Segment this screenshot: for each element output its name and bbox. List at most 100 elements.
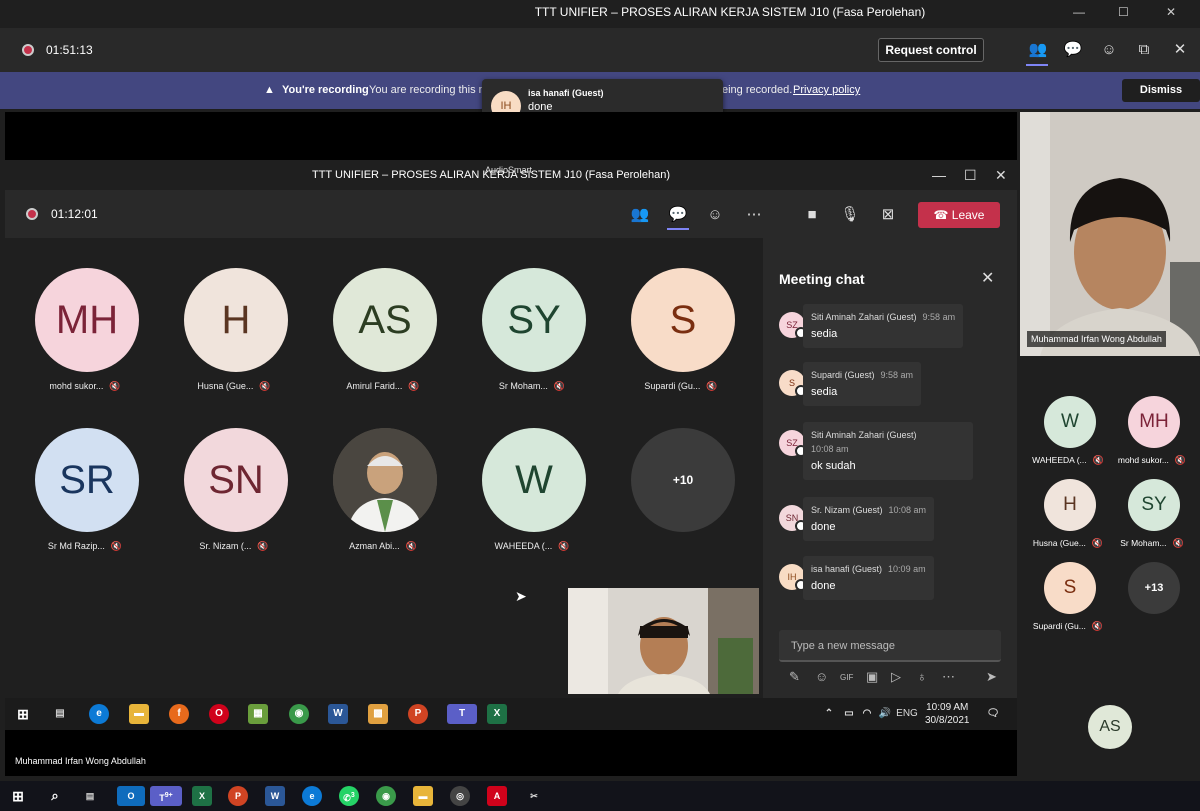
minimize-icon[interactable]: — xyxy=(932,160,946,190)
participant-tile[interactable]: MH mohd sukor... 🔇 xyxy=(10,268,160,398)
excel-icon[interactable]: X xyxy=(487,704,507,724)
participant-tile[interactable]: MH mohd sukor... 🔇 xyxy=(1110,396,1194,476)
file-explorer-icon[interactable]: ▬ xyxy=(129,704,149,724)
task-view-icon[interactable]: ▤ xyxy=(80,786,100,806)
word-icon[interactable]: W xyxy=(265,786,285,806)
windows-start-icon[interactable]: ⊞ xyxy=(13,704,33,724)
camera-icon[interactable]: ■ xyxy=(802,205,822,225)
overflow-participants-tile[interactable]: +10 xyxy=(606,428,756,558)
message-compose-input[interactable]: Type a new message xyxy=(779,630,1001,662)
sticker-icon[interactable]: ▣ xyxy=(866,669,878,685)
powerpoint-icon[interactable]: P xyxy=(228,786,248,806)
maximize-icon[interactable]: ☐ xyxy=(964,160,977,190)
participant-tile[interactable]: SR Sr Md Razip... 🔇 xyxy=(10,428,160,558)
teams-icon[interactable]: T xyxy=(447,704,477,724)
search-icon[interactable]: ⌕ xyxy=(45,786,65,806)
praise-icon[interactable]: ♁ xyxy=(917,669,927,684)
word-icon[interactable]: W xyxy=(328,704,348,724)
send-icon[interactable]: ➤ xyxy=(986,669,997,685)
message-time: 9:58 am xyxy=(880,370,914,380)
meet-now-icon[interactable]: ▷ xyxy=(891,669,901,685)
edge-icon[interactable]: e xyxy=(302,786,322,806)
message-text: done xyxy=(811,580,836,592)
close-icon[interactable]: ✕ xyxy=(1166,0,1176,24)
taskbar-clock[interactable]: 10:09 AM 30/8/2021 xyxy=(925,701,970,727)
close-panel-icon[interactable]: ✕ xyxy=(1170,40,1190,60)
shared-taskbar: ⊞ ▤ e ▬ f O ▦ ◉ W ▩ P T X ⌃ ▭ ◠ 🔊 ENG 10… xyxy=(5,698,1017,730)
chevron-up-icon[interactable]: ⌃ xyxy=(819,704,839,724)
mic-off-icon: 🔇 xyxy=(706,381,718,391)
avatar[interactable]: AS xyxy=(1088,705,1132,749)
close-chat-icon[interactable]: ✕ xyxy=(981,268,994,288)
close-icon[interactable]: ✕ xyxy=(995,160,1007,190)
participant-name: Supardi (Gu... xyxy=(1032,621,1086,631)
chrome-icon[interactable]: ◉ xyxy=(289,704,309,724)
windows-start-icon[interactable]: ⊞ xyxy=(8,786,28,806)
edge-icon[interactable]: e xyxy=(89,704,109,724)
participants-icon[interactable]: 👥 xyxy=(1028,40,1048,60)
participant-tile[interactable]: S Supardi (Gu... 🔇 xyxy=(606,268,756,398)
gif-icon[interactable]: GIF xyxy=(840,673,853,682)
more-options-icon[interactable]: ⋯ xyxy=(942,669,955,685)
participant-name: Sr. Nizam (... xyxy=(199,541,252,551)
wifi-icon[interactable]: ◠ xyxy=(857,704,877,724)
request-control-button[interactable]: Request control xyxy=(878,38,984,62)
notifications-icon[interactable]: 🗨 xyxy=(983,704,1003,724)
dismiss-button[interactable]: Dismiss xyxy=(1122,79,1200,102)
opera-icon[interactable]: O xyxy=(209,704,229,724)
sender-name: Siti Aminah Zahari (Guest) xyxy=(811,430,917,440)
participant-tile[interactable]: H Husna (Gue... 🔇 xyxy=(159,268,309,398)
participant-name: mohd sukor... xyxy=(1117,455,1169,465)
share-icon[interactable]: ⧉ xyxy=(1134,40,1154,60)
maximize-icon[interactable]: ☐ xyxy=(1118,0,1129,24)
overflow-participants-tile[interactable]: +13 xyxy=(1110,562,1194,642)
format-icon[interactable]: ✎ xyxy=(789,669,800,685)
leave-button[interactable]: ☎ Leave xyxy=(918,202,1000,228)
participant-tile[interactable]: W WAHEEDA (... 🔇 xyxy=(457,428,607,558)
participant-tile[interactable]: SN Sr. Nizam (... 🔇 xyxy=(159,428,309,558)
sender-name: Supardi (Guest) xyxy=(811,370,875,380)
reactions-icon[interactable]: ☺ xyxy=(705,205,725,225)
participant-tile[interactable]: W WAHEEDA (... 🔇 xyxy=(1026,396,1110,476)
task-view-icon[interactable]: ▤ xyxy=(50,704,70,724)
avatar: MH xyxy=(1128,396,1180,448)
participant-name: WAHEEDA (... xyxy=(494,541,553,551)
avatar: SR xyxy=(35,428,139,532)
microphone-icon[interactable]: 🎙 xyxy=(840,205,860,225)
chrome-icon[interactable]: ◉ xyxy=(376,786,396,806)
participant-tile[interactable]: S Supardi (Gu... 🔇 xyxy=(1026,562,1110,642)
powerpoint-icon[interactable]: P xyxy=(408,704,428,724)
file-explorer-icon[interactable]: ▬ xyxy=(413,786,433,806)
outlook-icon[interactable]: O xyxy=(117,786,145,806)
emoji-icon[interactable]: ☺ xyxy=(815,669,828,684)
more-options-icon[interactable]: ⋯ xyxy=(744,205,764,225)
reactions-icon[interactable]: ☺ xyxy=(1099,40,1119,60)
participant-tile[interactable]: SY Sr Moham... 🔇 xyxy=(1110,479,1194,559)
participants-icon[interactable]: 👥 xyxy=(630,205,650,225)
snipping-tool-icon[interactable]: ✂ xyxy=(524,786,544,806)
minimize-icon[interactable]: — xyxy=(1073,0,1085,24)
photos-icon[interactable]: ▦ xyxy=(248,704,268,724)
privacy-policy-link[interactable]: Privacy policy xyxy=(793,72,860,109)
whatsapp-icon[interactable]: ✆3 xyxy=(339,786,359,806)
participant-tile[interactable]: H Husna (Gue... 🔇 xyxy=(1026,479,1110,559)
avatar: SZ xyxy=(779,430,807,457)
banner-text-start: You are recording this m xyxy=(369,84,488,96)
excel-icon[interactable]: X xyxy=(192,786,212,806)
outer-meeting-bar: 01:51:13 Request control 👥 💬 ☺ ⧉ ✕ xyxy=(0,28,1200,72)
acrobat-icon[interactable]: A xyxy=(487,786,507,806)
clock-time: 10:09 AM xyxy=(926,702,969,713)
teams-icon[interactable]: T9+ xyxy=(150,786,182,806)
chat-icon[interactable]: 💬 xyxy=(668,205,688,225)
participant-tile[interactable]: AS Amirul Farid... 🔇 xyxy=(308,268,458,398)
color-app-icon[interactable]: ▩ xyxy=(368,704,388,724)
mic-off-icon: 🔇 xyxy=(1174,455,1187,465)
participant-tile[interactable]: SY Sr Moham... 🔇 xyxy=(457,268,607,398)
language-indicator[interactable]: ENG xyxy=(895,704,919,724)
volume-icon[interactable]: 🔊 xyxy=(875,704,895,724)
chat-icon[interactable]: 💬 xyxy=(1063,40,1083,60)
participant-tile[interactable]: Azman Abi... 🔇 xyxy=(308,428,458,558)
stop-share-icon[interactable]: ⊠ xyxy=(878,205,898,225)
firefox-icon[interactable]: f xyxy=(169,704,189,724)
media-player-icon[interactable]: ◎ xyxy=(450,786,470,806)
